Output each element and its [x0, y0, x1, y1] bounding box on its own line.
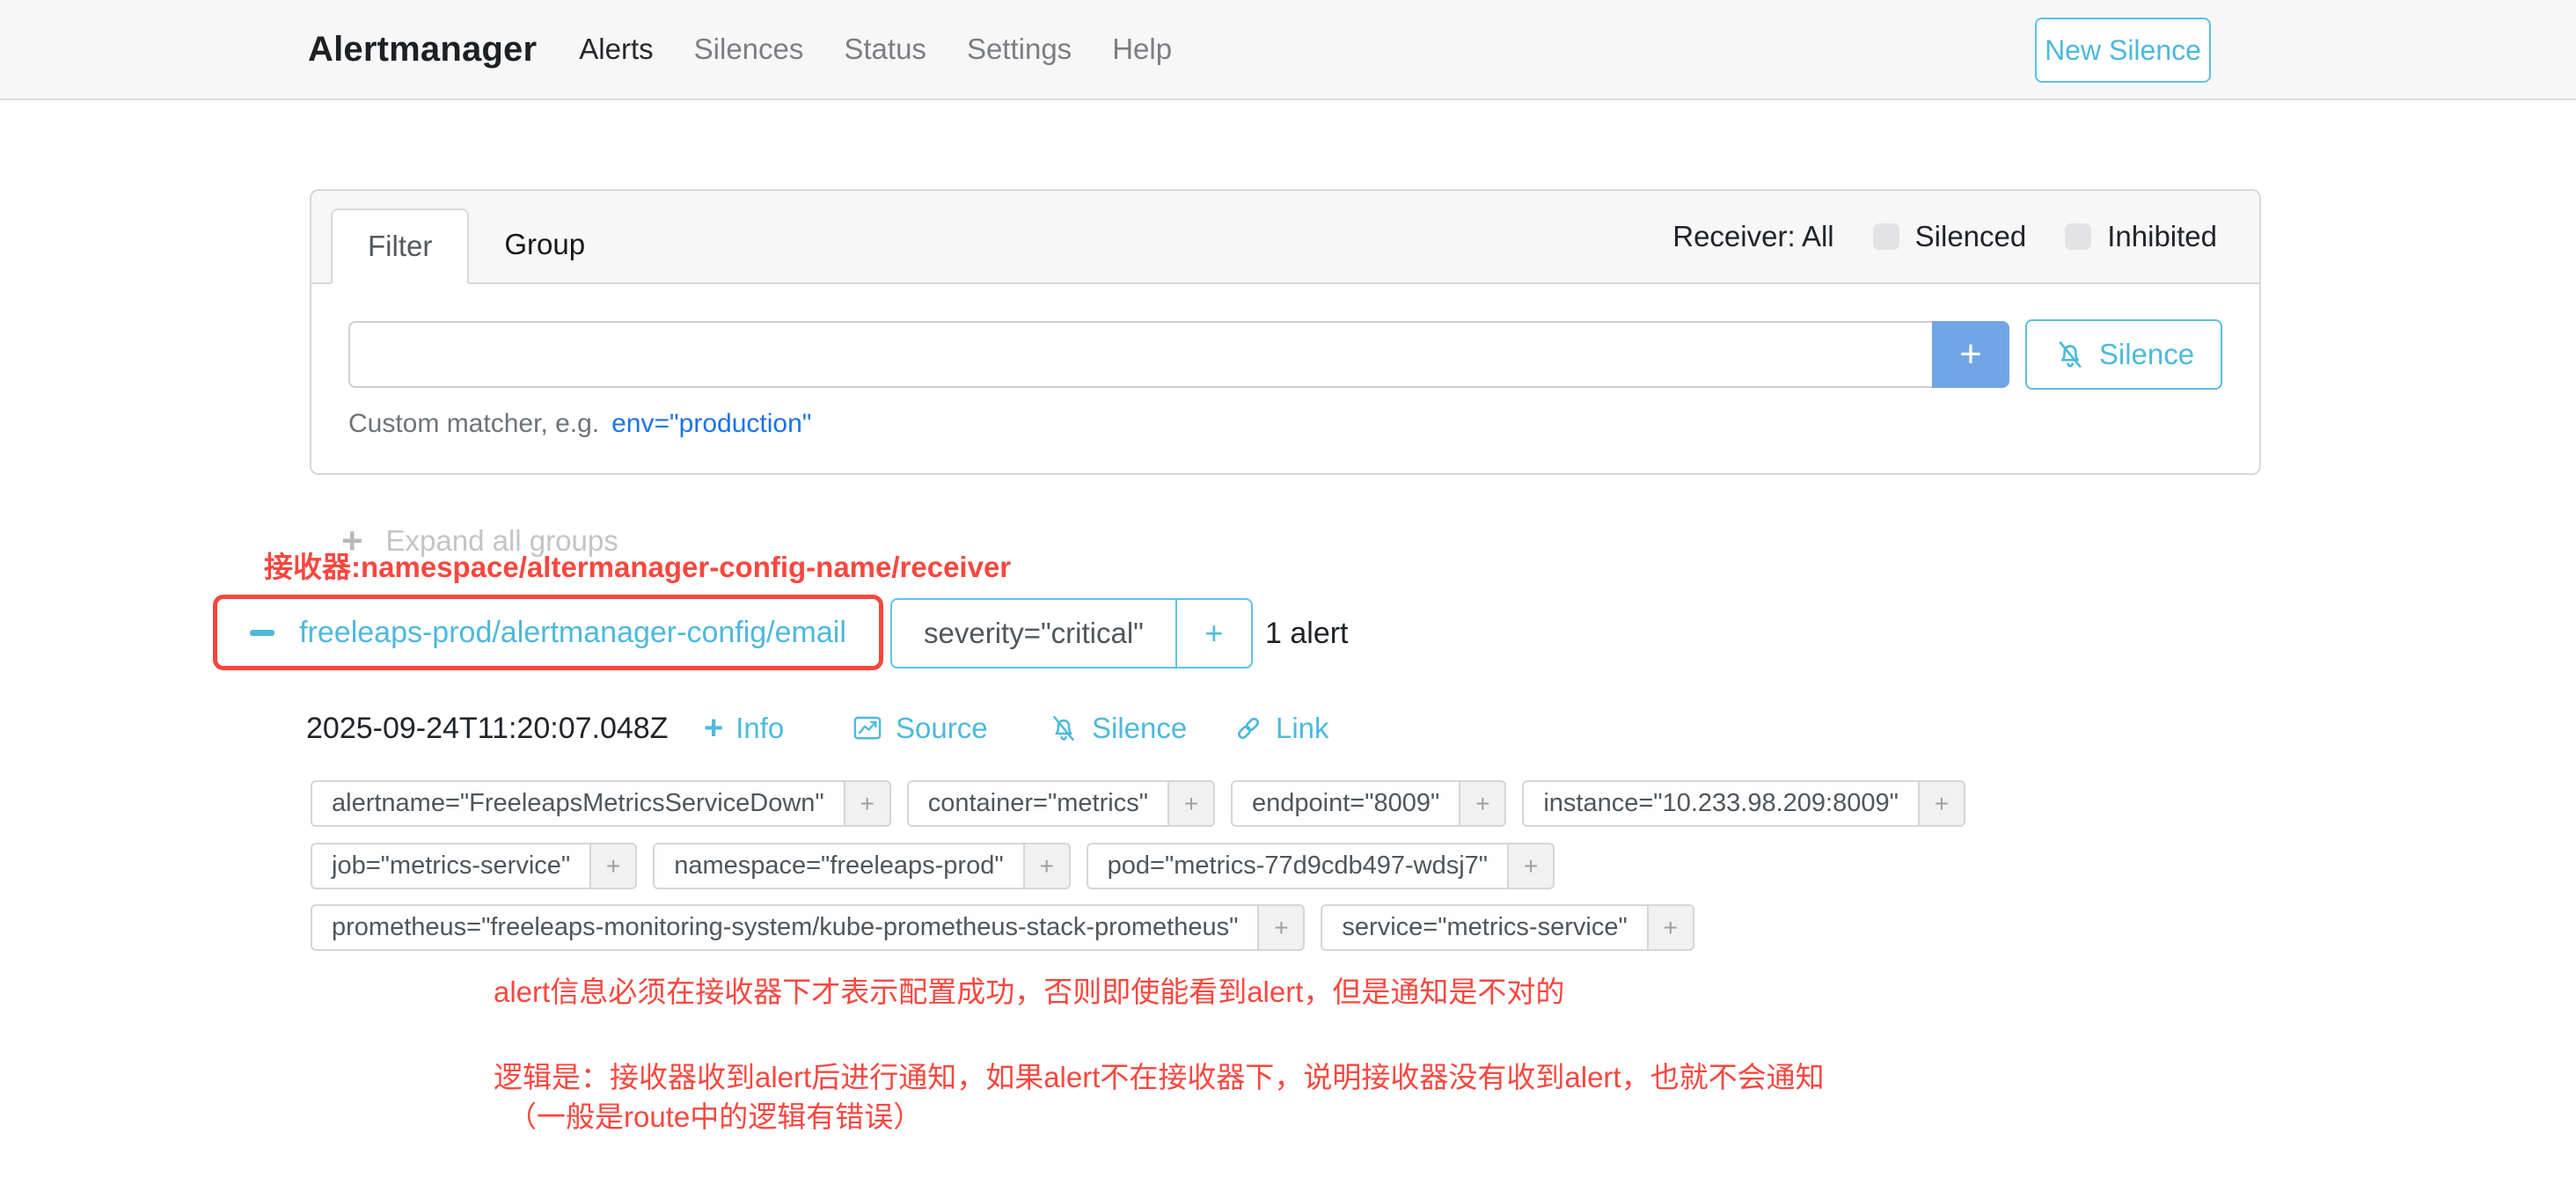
nav-item-settings[interactable]: Settings — [967, 33, 1072, 66]
receiver-filter-label[interactable]: Receiver: All — [1672, 220, 1833, 253]
label-text[interactable]: pod="metrics-77d9cdb497-wdsj7" — [1087, 843, 1509, 889]
matcher-row: + Silence — [348, 319, 2222, 390]
label-text[interactable]: namespace="freeleaps-prod" — [653, 843, 1024, 889]
link-icon — [1233, 713, 1263, 743]
alert-count: 1 alert — [1265, 598, 1349, 669]
annotation-receiver-note: 接收器:namespace/altermanager-config-name/r… — [264, 544, 1011, 586]
custom-matcher-hint: Custom matcher, e.g. — [348, 409, 599, 439]
add-filter-button[interactable]: + — [1025, 843, 1071, 889]
label-text[interactable]: container="metrics" — [907, 780, 1169, 827]
label-chip-container: container="metrics" + — [907, 780, 1215, 827]
alert-labels-row-2: job="metrics-service" + namespace="freel… — [311, 843, 1555, 889]
annotation-alert-note: alert信息必须在接收器下才表示配置成功，否则即使能看到alert，但是通知是… — [494, 968, 1564, 1011]
alertmanager-page: Alertmanager Alerts Silences Status Sett… — [0, 0, 2576, 1184]
inhibited-label: Inhibited — [2107, 220, 2217, 253]
annotation-logic-note-1: 逻辑是：接收器收到alert后进行通知，如果alert不在接收器下，说明接收器没… — [494, 1054, 1825, 1096]
navbar: Alertmanager Alerts Silences Status Sett… — [0, 0, 2576, 100]
tab-filter[interactable]: Filter — [331, 208, 469, 284]
add-filter-button[interactable]: + — [1460, 780, 1506, 827]
add-filter-button[interactable]: + — [1509, 843, 1555, 889]
silenced-checkbox-item[interactable]: Silenced — [1873, 220, 2027, 253]
alert-timestamp: 2025-09-24T11:20:07.048Z — [306, 709, 668, 748]
minus-icon — [250, 630, 274, 636]
new-silence-button[interactable]: New Silence — [2035, 18, 2211, 83]
nav-item-help[interactable]: Help — [1112, 33, 1172, 66]
label-text[interactable]: alertname="FreeleapsMetricsServiceDown" — [311, 780, 845, 827]
inhibited-checkbox-item[interactable]: Inhibited — [2065, 220, 2217, 253]
silenced-label: Silenced — [1915, 220, 2027, 253]
silence-button-label: Silence — [2099, 338, 2194, 371]
info-action-link[interactable]: + Info — [704, 709, 784, 748]
add-filter-button[interactable]: + — [591, 843, 637, 889]
matcher-input-group: + — [348, 321, 2009, 388]
add-matcher-button[interactable]: + — [1932, 321, 2009, 388]
add-filter-button[interactable]: + — [1259, 904, 1305, 951]
source-action-link[interactable]: Source — [852, 709, 988, 748]
silence-from-filter-button[interactable]: Silence — [2025, 319, 2222, 390]
label-chip-prometheus: prometheus="freeleaps-monitoring-system/… — [311, 904, 1305, 951]
matcher-input[interactable] — [348, 321, 1932, 388]
tab-group[interactable]: Group — [469, 207, 620, 282]
silence-label: Silence — [1092, 712, 1187, 745]
bell-slash-icon — [1048, 713, 1079, 744]
receiver-group-button[interactable]: freeleaps-prod/alertmanager-config/email — [213, 595, 883, 670]
add-filter-button[interactable]: + — [1169, 780, 1215, 827]
label-text[interactable]: endpoint="8009" — [1231, 780, 1460, 827]
label-chip-pod: pod="metrics-77d9cdb497-wdsj7" + — [1087, 843, 1555, 889]
hint-row: Custom matcher, e.g. env="production" — [348, 409, 2222, 439]
add-filter-button[interactable]: + — [1920, 780, 1965, 827]
silenced-checkbox[interactable] — [1873, 223, 1899, 250]
filter-card-body: + Silence Custom matcher, e.g. env="prod… — [311, 284, 2259, 439]
link-label: Link — [1276, 712, 1329, 745]
label-text[interactable]: prometheus="freeleaps-monitoring-system/… — [311, 904, 1259, 951]
add-filter-button[interactable]: + — [845, 780, 891, 827]
inhibited-checkbox[interactable] — [2065, 223, 2091, 250]
chart-icon — [852, 713, 883, 744]
filter-options: Receiver: All Silenced Inhibited — [1672, 220, 2217, 253]
bell-slash-icon — [2053, 338, 2087, 371]
nav-item-alerts[interactable]: Alerts — [579, 33, 653, 66]
label-chip-job: job="metrics-service" + — [311, 843, 637, 889]
add-filter-button[interactable]: + — [1649, 904, 1694, 951]
nav-item-silences[interactable]: Silences — [694, 33, 804, 66]
nav-items: Alerts Silences Status Settings Help — [579, 33, 1172, 66]
label-text[interactable]: instance="10.233.98.209:8009" — [1522, 780, 1920, 827]
group-matcher-label[interactable]: severity="critical" — [892, 600, 1177, 667]
silence-action-link[interactable]: Silence — [1048, 709, 1187, 748]
group-matcher-chip: severity="critical" + — [890, 598, 1253, 669]
link-action-link[interactable]: Link — [1233, 709, 1329, 748]
brand-link[interactable]: Alertmanager — [308, 30, 537, 69]
label-chip-service: service="metrics-service" + — [1321, 904, 1694, 951]
label-chip-alertname: alertname="FreeleapsMetricsServiceDown" … — [311, 780, 891, 827]
filter-card-header: Filter Group Receiver: All Silenced Inhi… — [311, 191, 2259, 284]
nav-item-status[interactable]: Status — [844, 33, 926, 66]
annotation-logic-note-2: （一般是route中的逻辑有错误） — [508, 1093, 922, 1136]
label-chip-namespace: namespace="freeleaps-prod" + — [653, 843, 1070, 889]
label-text[interactable]: service="metrics-service" — [1321, 904, 1648, 951]
label-text[interactable]: job="metrics-service" — [311, 843, 591, 889]
alert-labels-row-3: prometheus="freeleaps-monitoring-system/… — [311, 904, 1694, 951]
plus-icon: + — [704, 712, 723, 745]
source-label: Source — [896, 712, 988, 745]
alert-labels-row-1: alertname="FreeleapsMetricsServiceDown" … — [311, 780, 1965, 827]
label-chip-endpoint: endpoint="8009" + — [1231, 780, 1506, 827]
label-chip-instance: instance="10.233.98.209:8009" + — [1522, 780, 1965, 827]
receiver-group-name: freeleaps-prod/alertmanager-config/email — [299, 616, 846, 650]
matcher-example-link[interactable]: env="production" — [611, 409, 811, 439]
group-matcher-add-button[interactable]: + — [1177, 600, 1251, 667]
filter-card: Filter Group Receiver: All Silenced Inhi… — [310, 189, 2261, 475]
info-label: Info — [735, 712, 784, 745]
